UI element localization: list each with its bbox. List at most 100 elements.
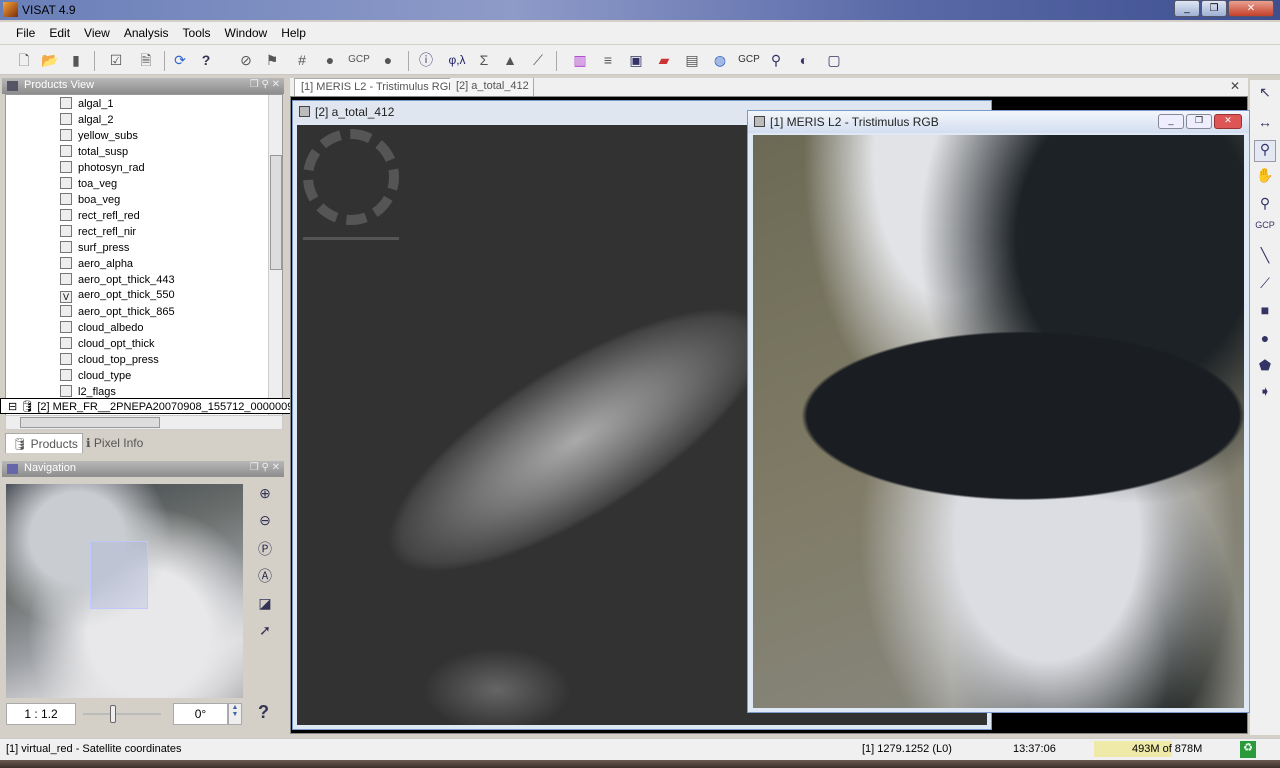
panel-controls[interactable]: ❐ ⚲ ✕	[250, 79, 280, 90]
bitmask-icon[interactable]: ◐	[794, 50, 814, 70]
navigation-title: Navigation	[24, 462, 76, 474]
tab-products[interactable]: 🛢 Products	[5, 433, 83, 453]
line-tool-icon[interactable]: ╲	[1254, 247, 1276, 269]
close-tab-icon[interactable]: ✕	[1230, 79, 1240, 93]
menu-view[interactable]: View	[77, 22, 117, 40]
band-item[interactable]: Vaero_opt_thick_550	[60, 289, 175, 305]
layers-icon[interactable]: ▤	[682, 50, 702, 70]
sync-cursor-icon[interactable]: ➚	[255, 622, 275, 642]
collapse-icon[interactable]: ⊟	[8, 401, 17, 413]
tree-vertical-scrollbar[interactable]	[268, 95, 282, 415]
gcp-icon[interactable]: GCP	[346, 50, 372, 70]
band-item[interactable]: photosyn_rad	[60, 161, 145, 177]
navigation-help-icon[interactable]: ?	[258, 702, 269, 723]
zoom-out-icon[interactable]: ⊖	[255, 512, 275, 532]
band-item[interactable]: aero_alpha	[60, 257, 133, 273]
tab-pixel-info[interactable]: ℹ Pixel Info	[80, 433, 147, 453]
tristimulus-rgb-image[interactable]	[753, 135, 1244, 708]
zoom-all-icon[interactable]: Ⓐ	[255, 566, 275, 586]
gcp-manager-icon[interactable]: GCP	[736, 50, 762, 70]
band-item[interactable]: toa_veg	[60, 177, 117, 193]
pan-tool-icon[interactable]: ✋	[1254, 167, 1276, 189]
band-item[interactable]: cloud_opt_thick	[60, 337, 154, 353]
properties-icon[interactable]: ☑	[106, 50, 126, 70]
zoom-slider[interactable]	[83, 705, 161, 723]
band-item[interactable]: total_susp	[60, 145, 128, 161]
open-product-icon[interactable]: 📂	[40, 50, 60, 70]
geo-coding-icon[interactable]: φ,λ	[444, 50, 470, 70]
rectangle-tool-icon[interactable]: ■	[1254, 302, 1276, 324]
overlay-icon[interactable]: ●	[320, 50, 340, 70]
pixel-info-icon[interactable]: ▢	[824, 50, 844, 70]
magic-wand-tool-icon[interactable]: ➧	[1254, 383, 1276, 405]
roi-icon[interactable]: ▣	[626, 50, 646, 70]
rotation-spinner[interactable]: ▲ ▼	[228, 703, 242, 725]
pin-tool-icon[interactable]: ⊘	[236, 50, 256, 70]
band-item[interactable]: rect_refl_red	[60, 209, 140, 225]
garbage-collect-icon[interactable]: ♻	[1240, 741, 1256, 758]
panel-controls[interactable]: ❐ ⚲ ✕	[250, 462, 280, 473]
menu-window[interactable]: Window	[218, 22, 275, 40]
zoom-pixel-icon[interactable]: Ⓟ	[255, 539, 275, 559]
pan-control-icon[interactable]	[303, 129, 399, 225]
menu-help[interactable]: Help	[274, 22, 313, 40]
info-icon[interactable]: ⓘ	[416, 50, 436, 70]
histogram-icon[interactable]: ▲	[500, 50, 520, 70]
menu-tools[interactable]: Tools	[176, 22, 218, 40]
rotation-field[interactable]: 0°	[173, 703, 228, 725]
scale-field[interactable]: 1 : 1.2	[6, 703, 76, 725]
window-close-button[interactable]: ✕	[1214, 114, 1242, 129]
range-finder-icon[interactable]: ↔	[1254, 114, 1276, 136]
menu-file[interactable]: File	[0, 22, 42, 40]
pin-tool-icon[interactable]: ⚲	[1254, 195, 1276, 217]
close-button[interactable]: ✕	[1228, 0, 1274, 17]
layer-icon[interactable]: ≡	[598, 50, 618, 70]
band-item[interactable]: rect_refl_nir	[60, 225, 136, 241]
world-map-icon[interactable]: ◍	[710, 50, 730, 70]
band-item[interactable]: aero_opt_thick_443	[60, 273, 175, 289]
band-item[interactable]: surf_press	[60, 241, 129, 257]
window-minimize-button[interactable]: _	[1158, 114, 1184, 129]
sync-views-icon[interactable]: ◪	[255, 595, 275, 615]
band-label: l2_flags	[78, 386, 116, 398]
graticule-icon[interactable]: #	[292, 50, 312, 70]
new-product-icon[interactable]: 🗋	[14, 50, 34, 70]
band-item[interactable]: algal_2	[60, 113, 113, 129]
save-product-icon[interactable]: ▮	[66, 50, 86, 70]
zoom-tool-icon[interactable]: ⚲	[1254, 140, 1276, 162]
window-tristimulus-rgb[interactable]: [1] MERIS L2 - Tristimulus RGB _ ❐ ✕	[747, 110, 1250, 713]
select-tool-icon[interactable]: ↖	[1254, 84, 1276, 106]
band-item[interactable]: aero_opt_thick_865	[60, 305, 175, 321]
navigation-viewport-rect[interactable]	[90, 541, 148, 609]
band-item[interactable]: yellow_subs	[60, 129, 138, 145]
maximize-button[interactable]: ❐	[1201, 0, 1227, 17]
band-item[interactable]: cloud_type	[60, 369, 131, 385]
export-icon[interactable]: 🗎	[136, 50, 156, 70]
polygon-tool-icon[interactable]: ⬟	[1254, 357, 1276, 379]
band-item[interactable]: algal_1	[60, 97, 113, 113]
refresh-icon[interactable]: ⟳	[170, 50, 190, 70]
statistics-icon[interactable]: Σ	[474, 50, 494, 70]
magnifier-person-icon[interactable]: ⚲	[766, 50, 786, 70]
gcp-tool-icon[interactable]: GCP	[1254, 220, 1276, 242]
minimize-button[interactable]: _	[1174, 0, 1200, 17]
mask-icon[interactable]: ●	[378, 50, 398, 70]
zoom-in-icon[interactable]: ⊕	[255, 485, 275, 505]
window-maximize-button[interactable]: ❐	[1186, 114, 1212, 129]
pin-manager-icon[interactable]: ⚑	[262, 50, 282, 70]
band-item[interactable]: cloud_top_press	[60, 353, 159, 369]
tree-horizontal-scrollbar[interactable]	[5, 415, 283, 430]
polyline-tool-icon[interactable]: ⟋	[1254, 275, 1276, 297]
band-item[interactable]: cloud_albedo	[60, 321, 143, 337]
band-item[interactable]: boa_veg	[60, 193, 120, 209]
help-icon[interactable]: ?	[196, 50, 216, 70]
color-manipulation-icon[interactable]: ▥	[570, 50, 590, 70]
menu-analysis[interactable]: Analysis	[117, 22, 176, 40]
scatter-plot-icon[interactable]: ⟋	[528, 50, 548, 70]
tab-a-total-412[interactable]: [2] a_total_412	[450, 78, 534, 96]
tab-tristimulus[interactable]: [1] MERIS L2 - Tristimulus RGB	[294, 78, 461, 96]
ellipse-tool-icon[interactable]: ●	[1254, 330, 1276, 352]
layer-editor-icon[interactable]: ▰	[654, 50, 674, 70]
zoom-control-slider[interactable]	[303, 237, 399, 240]
menu-edit[interactable]: Edit	[42, 22, 77, 40]
